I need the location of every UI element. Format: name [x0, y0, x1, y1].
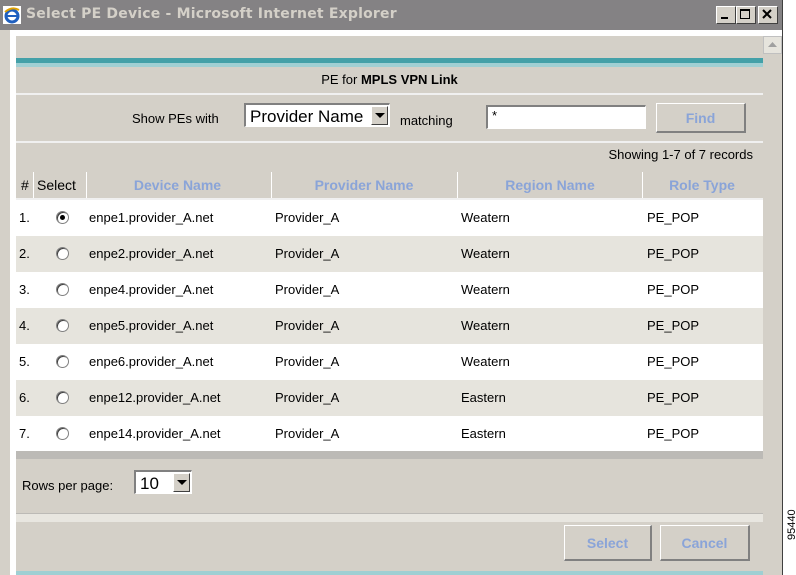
find-button[interactable]: Find [656, 103, 746, 133]
close-button[interactable] [758, 6, 778, 24]
column-divider [33, 172, 34, 198]
maximize-icon [740, 9, 750, 19]
browser-window: Select PE Device - Microsoft Internet Ex… [0, 0, 783, 575]
page-title: PE for MPLS VPN Link [16, 67, 763, 95]
minimize-button[interactable] [716, 6, 736, 24]
column-header-provider-name[interactable]: Provider Name [272, 172, 456, 198]
rows-per-page-label: Rows per page: [22, 478, 114, 493]
region-name-cell: Weatern [461, 210, 510, 225]
role-type-cell: PE_POP [647, 426, 700, 441]
filter-field-value: Provider Name [250, 107, 364, 126]
role-type-cell: PE_POP [647, 354, 700, 369]
filter-row: Show PEs with Provider Name matching * F… [16, 95, 763, 143]
region-name-cell: Weatern [461, 354, 510, 369]
column-header-select: Select [37, 177, 76, 193]
table-row[interactable]: 2. enpe2.provider_A.net Provider_A Weatern P… [16, 236, 763, 272]
row-select-radio[interactable] [56, 355, 69, 368]
provider-name-cell: Provider_A [275, 282, 340, 297]
close-icon [762, 9, 772, 19]
maximize-button[interactable] [736, 6, 756, 24]
region-name-cell: Eastern [461, 426, 506, 441]
row-select-radio[interactable] [56, 211, 69, 224]
figure-id: 95440 [786, 509, 796, 540]
chevron-down-icon[interactable] [173, 473, 190, 492]
table-row[interactable]: 5. enpe6.provider_A.net Provider_A Weatern P… [16, 344, 763, 380]
device-name-cell: enpe1.provider_A.net [89, 210, 214, 225]
internet-explorer-icon [3, 6, 21, 24]
provider-name-cell: Provider_A [275, 354, 340, 369]
table-row[interactable]: 6. enpe12.provider_A.net Provider_A Eastern… [16, 380, 763, 416]
row-number: 2. [19, 246, 30, 261]
page-title-prefix: PE for [321, 72, 358, 87]
row-number: 1. [19, 210, 30, 225]
region-name-cell: Weatern [461, 282, 510, 297]
rows-per-page-value: 10 [140, 474, 159, 493]
window-title: Select PE Device - Microsoft Internet Ex… [26, 6, 397, 22]
role-type-cell: PE_POP [647, 210, 700, 225]
row-number: 4. [19, 318, 30, 333]
device-name-cell: enpe14.provider_A.net [89, 426, 221, 441]
bottom-accent-bar [16, 571, 763, 575]
show-pes-label: Show PEs with [132, 111, 219, 126]
row-select-radio[interactable] [56, 391, 69, 404]
region-name-cell: Eastern [461, 390, 506, 405]
column-header-role-type[interactable]: Role Type [643, 172, 761, 198]
column-header-number: # [21, 177, 29, 193]
region-name-cell: Weatern [461, 246, 510, 261]
row-number: 7. [19, 426, 30, 441]
region-name-cell: Weatern [461, 318, 510, 333]
role-type-cell: PE_POP [647, 282, 700, 297]
match-input-value: * [492, 108, 498, 123]
role-type-cell: PE_POP [647, 318, 700, 333]
provider-name-cell: Provider_A [275, 246, 340, 261]
device-name-cell: enpe2.provider_A.net [89, 246, 214, 261]
device-name-cell: enpe5.provider_A.net [89, 318, 214, 333]
pagination-row: Rows per page: 10 [16, 459, 763, 513]
column-header-device-name[interactable]: Device Name [86, 172, 269, 198]
row-select-radio[interactable] [56, 319, 69, 332]
chevron-down-icon[interactable] [371, 106, 388, 125]
table-row[interactable]: 7. enpe14.provider_A.net Provider_A Eastern… [16, 416, 763, 452]
row-number: 3. [19, 282, 30, 297]
actions-separator [16, 513, 763, 522]
table-row[interactable]: 3. enpe4.provider_A.net Provider_A Weatern P… [16, 272, 763, 308]
table-footer-bar [16, 451, 763, 459]
scroll-up-button[interactable] [763, 36, 782, 54]
matching-label: matching [400, 113, 453, 128]
device-name-cell: enpe12.provider_A.net [89, 390, 221, 405]
minimize-icon [721, 17, 728, 19]
role-type-cell: PE_POP [647, 390, 700, 405]
row-number: 5. [19, 354, 30, 369]
provider-name-cell: Provider_A [275, 426, 340, 441]
rows-per-page-select[interactable]: 10 [134, 470, 192, 494]
device-name-cell: enpe4.provider_A.net [89, 282, 214, 297]
row-select-radio[interactable] [56, 427, 69, 440]
column-header-region-name[interactable]: Region Name [458, 172, 642, 198]
row-select-radio[interactable] [56, 283, 69, 296]
browser-content: PE for MPLS VPN Link Show PEs with Provi… [10, 30, 782, 575]
title-bar: Select PE Device - Microsoft Internet Ex… [0, 0, 782, 30]
arrow-up-icon [768, 42, 777, 47]
vertical-scrollbar[interactable] [763, 36, 782, 575]
row-number: 6. [19, 390, 30, 405]
dialog-page: PE for MPLS VPN Link Show PEs with Provi… [16, 36, 763, 575]
filter-field-select[interactable]: Provider Name [244, 103, 390, 127]
role-type-cell: PE_POP [647, 246, 700, 261]
select-button[interactable]: Select [564, 525, 652, 561]
page-title-subject: MPLS VPN Link [360, 72, 458, 87]
records-count: Showing 1-7 of 7 records [608, 147, 753, 162]
table-row[interactable]: 4. enpe5.provider_A.net Provider_A Weatern P… [16, 308, 763, 344]
table-header: # Select Device Name Provider Name Regio… [16, 172, 763, 200]
cancel-button[interactable]: Cancel [660, 525, 750, 561]
provider-name-cell: Provider_A [275, 318, 340, 333]
row-select-radio[interactable] [56, 247, 69, 260]
provider-name-cell: Provider_A [275, 210, 340, 225]
provider-name-cell: Provider_A [275, 390, 340, 405]
table-row[interactable]: 1. enpe1.provider_A.net Provider_A Weatern P… [16, 200, 763, 236]
device-name-cell: enpe6.provider_A.net [89, 354, 214, 369]
match-input[interactable]: * [486, 105, 646, 129]
